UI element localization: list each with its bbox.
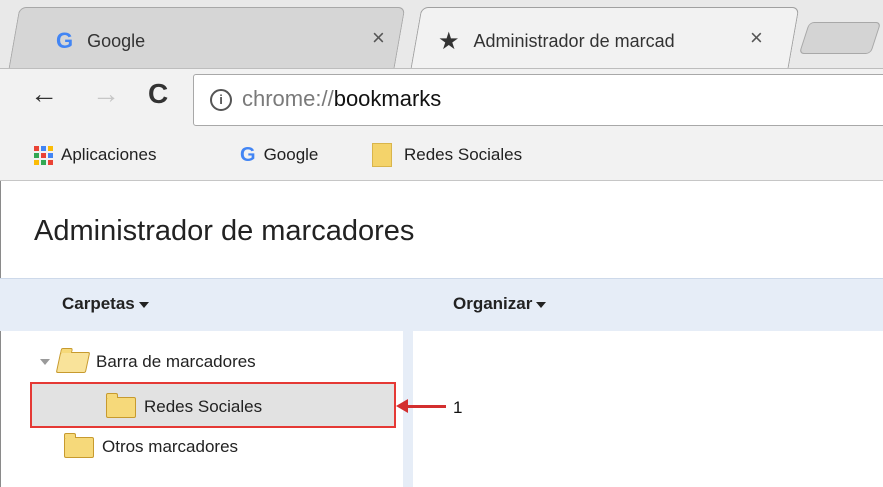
- google-g-icon: G: [240, 143, 256, 166]
- tab-google-label: Google: [87, 30, 146, 51]
- folder-icon: [64, 432, 94, 458]
- expand-triangle-icon[interactable]: [40, 359, 50, 365]
- caret-down-icon: [536, 301, 547, 308]
- tab-google-content[interactable]: G Google: [56, 24, 145, 58]
- tab-bookmark-manager-label: Administrador de marcad: [473, 30, 675, 51]
- bookmark-redes-sociales[interactable]: Redes Sociales: [372, 142, 522, 168]
- tree-item-label: Otros marcadores: [102, 437, 239, 456]
- bookmark-aplicaciones-label: Aplicaciones: [61, 145, 157, 164]
- annotation-label: 1: [453, 398, 463, 417]
- tab-google-close-icon[interactable]: ×: [372, 25, 385, 51]
- tree-item-barra-de-marcadores[interactable]: Barra de marcadores: [40, 347, 256, 377]
- bookmark-google[interactable]: G Google: [240, 142, 318, 168]
- url-text[interactable]: chrome://bookmarks: [242, 86, 441, 112]
- url-scheme: chrome://: [242, 86, 334, 111]
- new-tab-button[interactable]: [798, 22, 882, 54]
- folder-icon: [372, 143, 392, 167]
- reload-icon[interactable]: C: [148, 80, 168, 108]
- bookmark-redes-sociales-label: Redes Sociales: [404, 145, 523, 164]
- manager-header-bar: Carpetas Organizar: [0, 278, 883, 331]
- annotation-arrow-line: [406, 405, 446, 408]
- google-g-icon: G: [56, 28, 74, 53]
- carpetas-menu[interactable]: Carpetas: [62, 294, 149, 314]
- url-host: bookmarks: [333, 86, 442, 111]
- carpetas-label: Carpetas: [62, 294, 135, 313]
- tab-bookmark-manager-content[interactable]: ★ Administrador de marcad: [438, 24, 675, 58]
- bookmark-google-label: Google: [263, 145, 319, 164]
- organizar-label: Organizar: [453, 294, 533, 313]
- page-title: Administrador de marcadores: [34, 215, 415, 247]
- open-folder-icon: [55, 351, 91, 373]
- address-bar[interactable]: i chrome://bookmarks: [193, 74, 883, 126]
- bookmark-aplicaciones[interactable]: Aplicaciones: [34, 142, 156, 168]
- star-icon: ★: [438, 27, 460, 55]
- tree-item-otros-marcadores[interactable]: Otros marcadores: [64, 432, 238, 462]
- apps-icon: [34, 145, 53, 165]
- tree-item-label: Barra de marcadores: [96, 352, 256, 371]
- caret-down-icon: [138, 301, 149, 308]
- organizar-menu[interactable]: Organizar: [453, 294, 547, 314]
- back-arrow-icon[interactable]: ←: [30, 80, 58, 108]
- forward-arrow-icon[interactable]: →: [92, 80, 120, 108]
- tab-bookmark-manager-close-icon[interactable]: ×: [750, 25, 763, 51]
- highlight-box: [30, 382, 396, 428]
- info-icon[interactable]: i: [210, 89, 232, 111]
